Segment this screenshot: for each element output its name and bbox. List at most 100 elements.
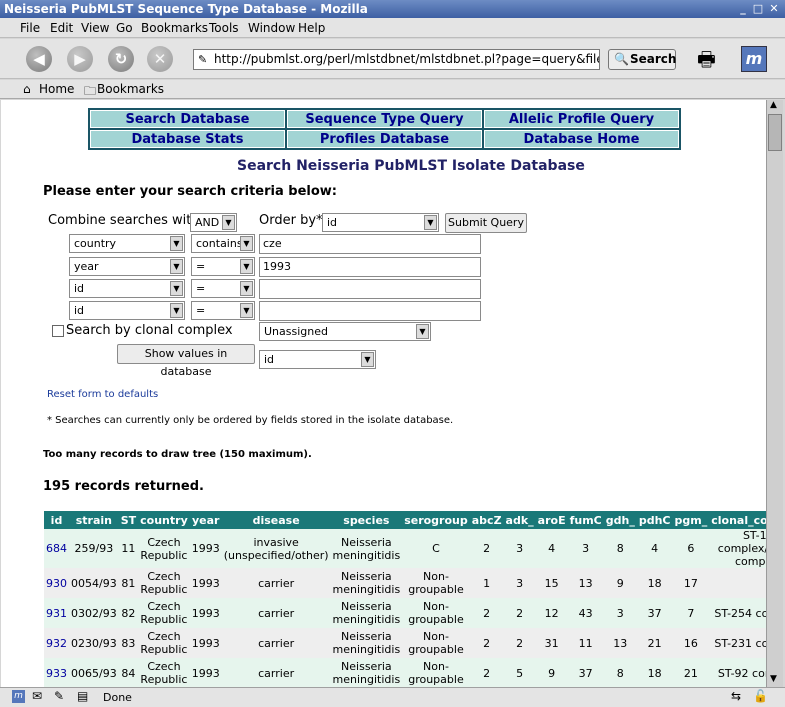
show-values-field-select[interactable]: id ▼ <box>259 350 376 369</box>
table-cell-st: 83 <box>118 628 139 658</box>
table-cell-abcz: 2 <box>469 529 504 568</box>
table-cell-gdh: 8 <box>603 529 637 568</box>
table-cell-strain: 0302/93 <box>69 598 119 628</box>
table-cell-clonalcomplex: ST-92 complex <box>709 658 766 687</box>
menu-window[interactable]: Window <box>248 21 295 35</box>
isolate-id-link[interactable]: 932 <box>46 637 67 650</box>
composer-icon[interactable]: ✎ <box>54 689 64 703</box>
criteria-value-input[interactable] <box>259 301 481 321</box>
column-header-year: year <box>189 511 222 529</box>
status-text: Done <box>103 691 132 704</box>
page-content: Search Database Sequence Type Query Alle… <box>1 100 766 687</box>
home-link[interactable]: Home <box>39 82 74 96</box>
url-text: http://pubmlst.org/perl/mlstdbnet/mlstdb… <box>214 52 599 66</box>
bookmarks-bar: ⌂ Home 🗀 Bookmarks <box>0 80 785 99</box>
address-book-icon[interactable]: ▤ <box>77 689 88 703</box>
search-button[interactable]: 🔍 Search <box>608 49 676 70</box>
order-select[interactable]: id ▼ <box>322 213 439 232</box>
stop-icon[interactable]: ✕ <box>147 46 173 72</box>
results-header-row: id strain ST country year disease species serog… <box>44 511 766 529</box>
table-cell-pdhc: 18 <box>636 658 673 687</box>
criteria-operator-select[interactable]: = ▼ <box>191 279 255 298</box>
mail-icon[interactable]: ✉ <box>32 689 42 703</box>
security-lock-icon: 🔓 <box>753 689 768 703</box>
criteria-operator-select[interactable]: = ▼ <box>191 301 255 320</box>
table-cell-serogroup: C <box>402 529 470 568</box>
table-cell-id: 933 <box>44 658 69 687</box>
clonal-complex-checkbox[interactable] <box>52 325 64 337</box>
nav-sequence-type-query[interactable]: Sequence Type Query <box>287 110 482 128</box>
print-icon[interactable]: 🖶 <box>697 45 716 79</box>
maximize-icon[interactable]: □ <box>751 2 765 16</box>
table-cell-clonalcomplex: ST-254 complex <box>709 598 766 628</box>
criteria-field-select[interactable]: country ▼ <box>69 234 185 253</box>
forward-icon[interactable]: ▶ <box>67 46 93 72</box>
table-cell-clonalcomplex: ST-11 complex/ET-37 complex <box>709 529 766 568</box>
column-header-clonalcomplex: clonal_complex <box>709 511 766 529</box>
criteria-value-input[interactable] <box>259 279 481 299</box>
table-cell-year: 1993 <box>189 628 222 658</box>
show-values-button[interactable]: Show values in database <box>117 344 255 378</box>
criteria-field-select[interactable]: id ▼ <box>69 301 185 320</box>
scroll-up-icon[interactable]: ▲ <box>770 100 777 110</box>
isolate-id-link[interactable]: 931 <box>46 607 67 620</box>
table-cell-abcz: 2 <box>469 628 504 658</box>
menu-go[interactable]: Go <box>116 21 133 35</box>
isolate-id-link[interactable]: 684 <box>46 542 67 555</box>
criteria-operator-select[interactable]: = ▼ <box>191 257 255 276</box>
isolate-id-link[interactable]: 933 <box>46 667 67 680</box>
bookmarks-link[interactable]: Bookmarks <box>97 82 164 96</box>
table-cell-pdhc: 37 <box>636 598 673 628</box>
table-cell-serogroup: Non-groupable <box>402 568 470 598</box>
table-cell-country: Czech Republic <box>138 598 190 628</box>
navigator-icon[interactable]: m <box>12 690 25 703</box>
back-icon[interactable]: ◀ <box>26 46 52 72</box>
scroll-down-icon[interactable]: ▼ <box>770 674 777 684</box>
table-cell-fumc: 13 <box>567 568 604 598</box>
nav-database-home[interactable]: Database Home <box>484 130 679 148</box>
table-cell-strain: 259/93 <box>69 529 119 568</box>
table-cell-adk: 2 <box>503 628 536 658</box>
nav-database-stats[interactable]: Database Stats <box>90 130 285 148</box>
table-cell-country: Czech Republic <box>138 628 190 658</box>
combine-select[interactable]: AND ▼ <box>190 213 237 232</box>
nav-profiles-database[interactable]: Profiles Database <box>287 130 482 148</box>
menu-view[interactable]: View <box>81 21 109 35</box>
combine-label: Combine searches with: <box>48 213 204 228</box>
table-cell-country: Czech Republic <box>138 568 190 598</box>
table-cell-pdhc: 4 <box>636 529 673 568</box>
reset-form-link[interactable]: Reset form to defaults <box>47 389 158 400</box>
menu-edit[interactable]: Edit <box>50 21 73 35</box>
vertical-scrollbar[interactable]: ▲ ▼ <box>766 100 783 687</box>
criteria-field-select[interactable]: id ▼ <box>69 279 185 298</box>
table-cell-serogroup: Non-groupable <box>402 598 470 628</box>
reload-icon[interactable]: ↻ <box>108 46 134 72</box>
table-cell-strain: 0230/93 <box>69 628 119 658</box>
column-header-aroe: aroE <box>535 511 568 529</box>
column-header-species: species <box>330 511 403 529</box>
clonal-complex-select[interactable]: Unassigned ▼ <box>259 322 431 341</box>
mozilla-logo-icon: m <box>741 46 767 72</box>
table-cell-fumc: 3 <box>567 529 604 568</box>
criteria-field-select[interactable]: year ▼ <box>69 257 185 276</box>
scrollbar-thumb[interactable] <box>768 114 782 151</box>
column-header-disease: disease <box>221 511 331 529</box>
url-field[interactable]: ✎ http://pubmlst.org/perl/mlstdbnet/mlst… <box>193 49 600 70</box>
submit-query-button[interactable]: Submit Query <box>445 213 527 233</box>
table-cell-disease: carrier <box>221 568 331 598</box>
close-icon[interactable]: ✕ <box>767 2 781 16</box>
menu-bookmarks[interactable]: Bookmarks <box>141 21 208 35</box>
isolate-id-link[interactable]: 930 <box>46 577 67 590</box>
criteria-value-input[interactable]: cze <box>259 234 481 254</box>
menu-tools[interactable]: Tools <box>209 21 239 35</box>
minimize-icon[interactable]: _ <box>736 2 750 16</box>
criteria-value-input[interactable]: 1993 <box>259 257 481 277</box>
table-cell-year: 1993 <box>189 658 222 687</box>
menu-file[interactable]: File <box>20 21 40 35</box>
table-cell-id: 930 <box>44 568 69 598</box>
nav-allelic-profile-query[interactable]: Allelic Profile Query <box>484 110 679 128</box>
menu-help[interactable]: Help <box>298 21 325 35</box>
criteria-operator-select[interactable]: contains ▼ <box>191 234 255 253</box>
clonal-complex-label: Search by clonal complex <box>66 323 233 338</box>
nav-search-database[interactable]: Search Database <box>90 110 285 128</box>
